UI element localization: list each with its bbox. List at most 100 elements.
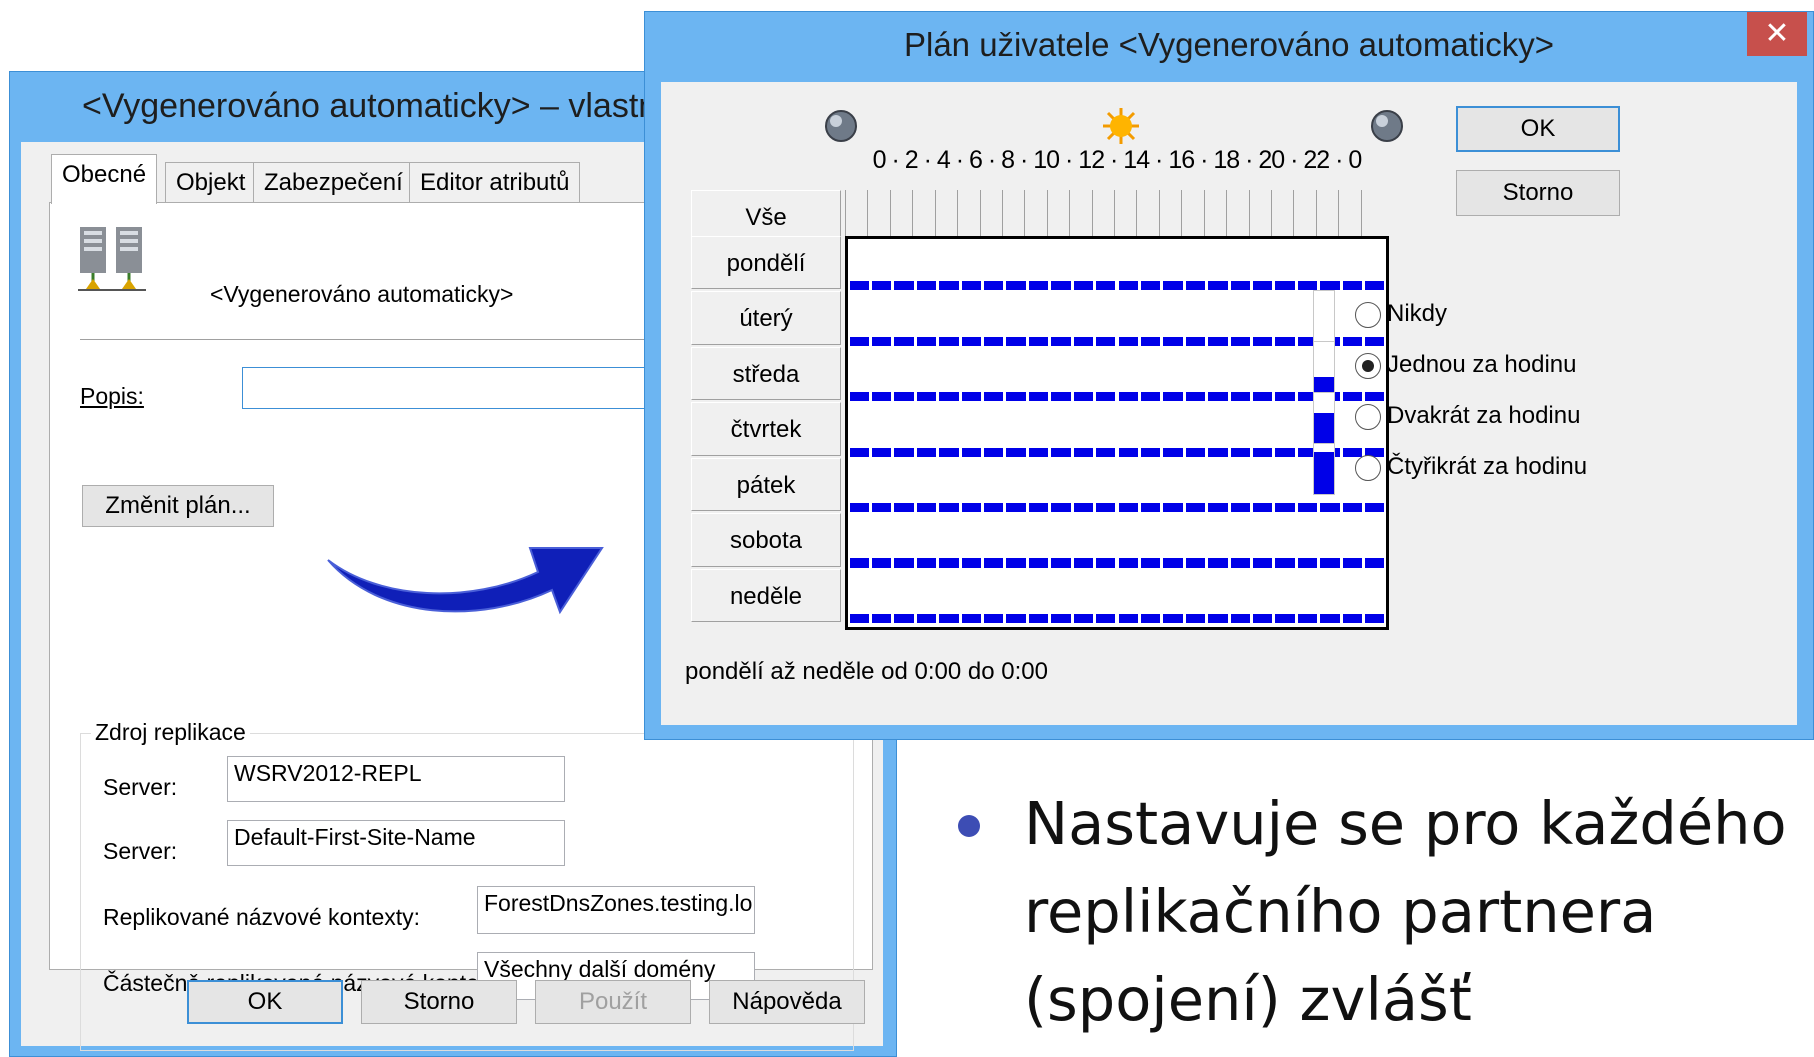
schedule-cell[interactable] xyxy=(1275,336,1295,346)
schedule-cell[interactable] xyxy=(961,558,981,568)
schedule-cell[interactable] xyxy=(1118,447,1138,457)
schedule-cell[interactable] xyxy=(1275,281,1295,291)
day-row-header[interactable]: středa xyxy=(691,346,841,401)
schedule-cell[interactable] xyxy=(1365,392,1385,402)
schedule-cell[interactable] xyxy=(871,281,892,291)
frequency-radio[interactable] xyxy=(1355,404,1381,430)
schedule-cell[interactable] xyxy=(1051,502,1071,513)
schedule-cell[interactable] xyxy=(1028,613,1049,623)
schedule-ok-button[interactable]: OK xyxy=(1456,106,1620,152)
schedule-cell[interactable] xyxy=(1028,392,1049,402)
schedule-cell[interactable] xyxy=(1140,392,1161,402)
hour-column-button[interactable] xyxy=(1203,190,1226,236)
schedule-cell[interactable] xyxy=(1051,613,1071,623)
schedule-grid[interactable] xyxy=(845,236,1389,630)
schedule-cell[interactable] xyxy=(984,613,1004,623)
schedule-cell[interactable] xyxy=(1253,392,1273,402)
schedule-cell[interactable] xyxy=(894,392,914,402)
schedule-cell[interactable] xyxy=(1028,281,1049,291)
schedule-cell[interactable] xyxy=(1230,336,1250,346)
schedule-cell[interactable] xyxy=(984,502,1004,513)
schedule-cell[interactable] xyxy=(1006,613,1026,623)
schedule-cell[interactable] xyxy=(1051,392,1071,402)
schedule-cell[interactable] xyxy=(871,447,892,457)
schedule-cell[interactable] xyxy=(1096,281,1116,291)
replicated-contexts-field[interactable]: ForestDnsZones.testing.lo xyxy=(477,886,755,934)
schedule-cell[interactable] xyxy=(871,558,892,568)
schedule-cell[interactable] xyxy=(961,613,981,623)
hour-column-button[interactable] xyxy=(889,190,912,236)
schedule-cell[interactable] xyxy=(1185,392,1206,402)
schedule-cell[interactable] xyxy=(1230,281,1250,291)
schedule-cell[interactable] xyxy=(1253,558,1273,568)
hour-column-button[interactable] xyxy=(1293,190,1315,236)
hour-column-button[interactable] xyxy=(845,190,867,236)
schedule-cell[interactable] xyxy=(1253,613,1273,623)
schedule-cell[interactable] xyxy=(1096,502,1116,513)
hour-column-button[interactable] xyxy=(1091,190,1114,236)
schedule-cell[interactable] xyxy=(1118,613,1138,623)
day-row-header[interactable]: pátek xyxy=(691,457,841,512)
schedule-cancel-button[interactable]: Storno xyxy=(1456,170,1620,216)
hour-column-button[interactable] xyxy=(1046,190,1069,236)
schedule-cell[interactable] xyxy=(1096,447,1116,457)
help-button[interactable]: Nápověda xyxy=(709,980,865,1024)
schedule-cell[interactable] xyxy=(984,281,1004,291)
schedule-cell[interactable] xyxy=(1140,447,1161,457)
schedule-cell[interactable] xyxy=(1163,336,1183,346)
schedule-cell[interactable] xyxy=(1163,502,1183,513)
schedule-cell[interactable] xyxy=(1051,336,1071,346)
schedule-cell[interactable] xyxy=(871,502,892,513)
schedule-cell[interactable] xyxy=(1275,558,1295,568)
schedule-cell[interactable] xyxy=(894,447,914,457)
schedule-cell[interactable] xyxy=(871,336,892,346)
schedule-cell[interactable] xyxy=(984,558,1004,568)
schedule-cell[interactable] xyxy=(849,447,869,457)
schedule-cell[interactable] xyxy=(1163,392,1183,402)
schedule-cell[interactable] xyxy=(1073,558,1094,568)
schedule-cell[interactable] xyxy=(1365,613,1385,623)
hour-column-button[interactable] xyxy=(979,190,1002,236)
schedule-cell[interactable] xyxy=(1006,336,1026,346)
schedule-cell[interactable] xyxy=(1006,447,1026,457)
cancel-button[interactable]: Storno xyxy=(361,980,517,1024)
schedule-cell[interactable] xyxy=(939,336,959,346)
tab-security[interactable]: Zabezpečení xyxy=(253,162,414,203)
schedule-cell[interactable] xyxy=(1051,281,1071,291)
site-field[interactable]: Default-First-Site-Name xyxy=(227,820,565,866)
schedule-cell[interactable] xyxy=(894,502,914,513)
schedule-cell[interactable] xyxy=(871,613,892,623)
schedule-cell[interactable] xyxy=(1118,392,1138,402)
schedule-cell[interactable] xyxy=(1051,558,1071,568)
schedule-cell[interactable] xyxy=(871,392,892,402)
schedule-cell[interactable] xyxy=(1028,336,1049,346)
hour-column-button[interactable] xyxy=(1024,190,1046,236)
day-row-header[interactable]: neděle xyxy=(691,568,841,622)
schedule-cell[interactable] xyxy=(1140,613,1161,623)
hour-column-button[interactable] xyxy=(1001,190,1024,236)
schedule-cell[interactable] xyxy=(1342,558,1363,568)
hour-column-button[interactable] xyxy=(1315,190,1338,236)
hour-column-button[interactable] xyxy=(1360,190,1383,236)
schedule-cell[interactable] xyxy=(1253,502,1273,513)
tab-attribute-editor[interactable]: Editor atributů xyxy=(409,162,581,203)
schedule-cell[interactable] xyxy=(1342,392,1363,402)
schedule-cell[interactable] xyxy=(1275,502,1295,513)
schedule-cell[interactable] xyxy=(1028,502,1049,513)
schedule-cell[interactable] xyxy=(916,502,937,513)
schedule-cell[interactable] xyxy=(916,447,937,457)
schedule-cell[interactable] xyxy=(1208,502,1228,513)
schedule-cell[interactable] xyxy=(916,281,937,291)
schedule-cell[interactable] xyxy=(916,558,937,568)
schedule-cell[interactable] xyxy=(939,613,959,623)
schedule-cell[interactable] xyxy=(849,502,869,513)
schedule-cell[interactable] xyxy=(1185,613,1206,623)
schedule-cell[interactable] xyxy=(1365,502,1385,513)
schedule-cell[interactable] xyxy=(1006,558,1026,568)
schedule-cell[interactable] xyxy=(939,502,959,513)
hour-column-button[interactable] xyxy=(934,190,957,236)
schedule-cell[interactable] xyxy=(984,336,1004,346)
schedule-cell[interactable] xyxy=(894,281,914,291)
hour-column-button[interactable] xyxy=(1338,190,1360,236)
hour-column-button[interactable] xyxy=(867,190,889,236)
